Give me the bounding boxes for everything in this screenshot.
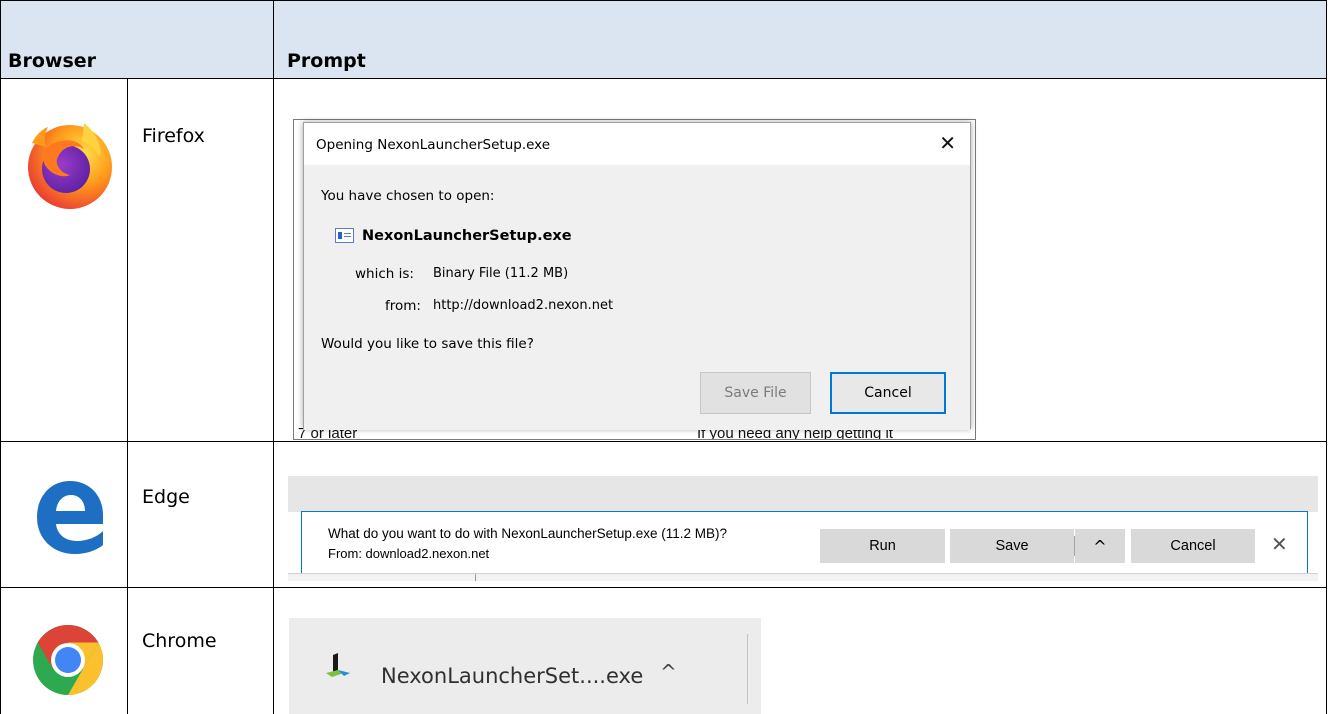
table-border-col [273,0,274,714]
from-label: from: [385,298,421,314]
table-border-subcol [127,79,128,714]
table-border-header [0,78,1327,79]
cancel-button[interactable]: Cancel [830,372,946,414]
table-header-row [1,1,1326,78]
dialog-title: Opening NexonLauncherSetup.exe [316,137,551,153]
table-border-right [1326,0,1327,714]
from-value: http://download2.nexon.net [433,298,614,313]
table-border-row2 [0,587,1327,588]
chrome-logo-icon [33,625,103,695]
firefox-logo-icon [28,123,112,209]
edge-logo-icon [37,481,103,554]
which-is-label: which is: [355,266,414,282]
firefox-download-dialog: Opening NexonLauncherSetup.exe ✕ You hav… [303,122,971,430]
table-border-row1 [0,441,1327,442]
table-border-top [0,0,1327,1]
file-icon [335,228,354,243]
download-item[interactable]: NexonLauncherSet....exe [381,664,643,688]
edge-status-strip [288,573,1318,581]
shelf-divider [747,634,748,704]
edge-page-area [288,476,1318,512]
header-browser: Browser [8,50,97,72]
dialog-titlebar: Opening NexonLauncherSetup.exe ✕ [304,123,970,165]
which-is-value: Binary File (11.2 MB) [433,266,569,281]
save-options-chevron-icon[interactable]: ^ [1075,529,1125,563]
edge-status-divider [475,574,476,581]
browser-name-chrome: Chrome [142,630,217,652]
save-button[interactable]: Save [950,529,1074,563]
close-icon[interactable]: ✕ [1271,532,1288,557]
header-prompt: Prompt [287,50,366,72]
chosen-label: You have chosen to open: [321,188,495,204]
table-border-left [0,0,1,714]
edge-message: What do you want to do with NexonLaunche… [328,526,727,541]
edge-source: From: download2.nexon.net [328,546,490,561]
run-button[interactable]: Run [820,529,945,563]
chevron-up-icon[interactable]: ^ [660,660,677,684]
browser-name-edge: Edge [142,486,190,508]
save-question: Would you like to save this file? [321,336,534,352]
save-file-button[interactable]: Save File [700,372,811,414]
nexon-launcher-icon [326,653,350,677]
close-icon[interactable]: ✕ [939,131,956,155]
browser-name-firefox: Firefox [142,125,205,147]
cancel-button[interactable]: Cancel [1131,529,1255,563]
file-name: NexonLauncherSetup.exe [362,228,572,244]
